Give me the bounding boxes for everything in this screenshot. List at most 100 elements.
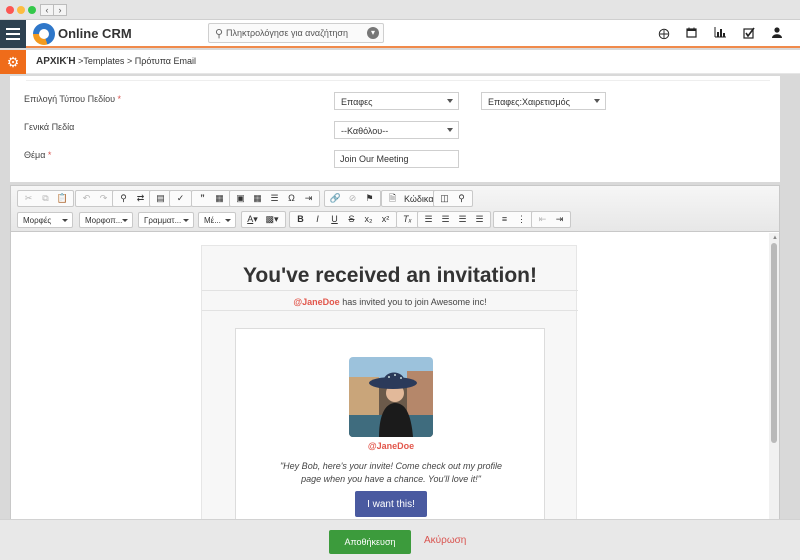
outdent-icon[interactable]: ⇤ bbox=[534, 212, 551, 227]
image-icon[interactable]: ▣ bbox=[232, 191, 249, 206]
subject-input[interactable] bbox=[334, 150, 459, 168]
save-button[interactable]: Αποθήκευση bbox=[329, 530, 411, 554]
table-icon[interactable]: ▦ bbox=[249, 191, 266, 206]
align-left-icon[interactable]: ☰ bbox=[420, 212, 437, 227]
subject-label-text: Θέμα bbox=[24, 150, 46, 160]
font-combo[interactable]: Γραμματ... bbox=[138, 212, 194, 228]
source-icon[interactable]: 🗎 bbox=[384, 191, 401, 206]
italic-icon[interactable]: I bbox=[309, 212, 326, 227]
breadcrumb-templates[interactable]: Templates bbox=[83, 56, 124, 66]
field-type-field-select[interactable]: Επαφες:Χαιρετισμός bbox=[481, 92, 606, 110]
select-all-icon[interactable]: ▤ bbox=[152, 191, 169, 206]
unlink-icon[interactable]: ⊘ bbox=[344, 191, 361, 206]
user-icon[interactable] bbox=[770, 27, 784, 41]
plus-circle-icon[interactable]: ⨁ bbox=[657, 27, 671, 40]
logo-icon bbox=[33, 23, 55, 45]
minimize-window-dot[interactable] bbox=[17, 6, 25, 14]
link-icon[interactable]: 🔗 bbox=[327, 191, 344, 206]
bold-icon[interactable]: B bbox=[292, 212, 309, 227]
templates-icon[interactable]: ◫ bbox=[436, 191, 453, 206]
numbered-list-icon[interactable]: ≡ bbox=[496, 212, 513, 227]
align-justify-icon[interactable]: ☰ bbox=[471, 212, 488, 227]
browser-forward-button[interactable]: › bbox=[53, 4, 67, 16]
scroll-up-icon[interactable]: ▲ bbox=[772, 235, 778, 241]
format-combo[interactable]: Μορφοπ... bbox=[79, 212, 133, 228]
blockquote-icon[interactable]: ” bbox=[194, 191, 211, 206]
div-container-icon[interactable]: ▦ bbox=[211, 191, 228, 206]
hamburger-menu-icon[interactable] bbox=[0, 20, 26, 48]
align-center-icon[interactable]: ☰ bbox=[437, 212, 454, 227]
bullet-list-icon[interactable]: ⋮ bbox=[513, 212, 530, 227]
chart-icon[interactable] bbox=[713, 27, 727, 41]
mention-link[interactable]: @JaneDoe bbox=[293, 297, 339, 307]
maximize-window-dot[interactable] bbox=[28, 6, 36, 14]
size-combo[interactable]: Μέ... bbox=[198, 212, 236, 228]
general-fields-select[interactable]: --Καθόλου-- bbox=[334, 121, 459, 139]
search-box[interactable]: ⚲ ▾ bbox=[208, 23, 384, 43]
page-break-icon[interactable]: ⇥ bbox=[300, 191, 317, 206]
form-footer: Αποθήκευση Ακύρωση bbox=[0, 519, 800, 560]
editor-scrollbar[interactable]: ▲ bbox=[769, 233, 779, 525]
card-username[interactable]: @JaneDoe bbox=[236, 441, 546, 451]
caret-down-icon bbox=[183, 219, 189, 222]
redo-icon[interactable]: ↷ bbox=[95, 191, 112, 206]
required-mark: * bbox=[47, 150, 52, 160]
cancel-link[interactable]: Ακύρωση bbox=[424, 535, 466, 546]
special-char-icon[interactable]: Ω bbox=[283, 191, 300, 206]
scroll-thumb[interactable] bbox=[771, 243, 777, 443]
superscript-icon[interactable]: x² bbox=[377, 212, 394, 227]
list-group: ≡ ⋮ bbox=[493, 211, 533, 228]
field-type-module-value: Επαφες bbox=[341, 97, 373, 107]
preview-icon[interactable]: ⚲ bbox=[453, 191, 470, 206]
field-type-module-select[interactable]: Επαφες bbox=[334, 92, 459, 110]
breadcrumb-home[interactable]: ΑΡΧΙΚΉ bbox=[36, 56, 76, 67]
spellcheck-icon[interactable]: ✓ bbox=[172, 191, 189, 206]
chevron-down-icon[interactable]: ▾ bbox=[367, 27, 379, 39]
editor-content[interactable]: You've received an invitation! @JaneDoe … bbox=[11, 233, 779, 525]
clear-format-icon[interactable]: Tₓ bbox=[399, 212, 416, 227]
browser-back-button[interactable]: ‹ bbox=[40, 4, 54, 16]
underline-icon[interactable]: U bbox=[326, 212, 343, 227]
breadcrumb-email-templates: Πρότυπα Email bbox=[134, 56, 196, 66]
email-subtitle: @JaneDoe has invited you to join Awesome… bbox=[202, 297, 578, 307]
gear-icon[interactable]: ⚙ bbox=[0, 50, 26, 74]
caret-down-icon bbox=[594, 99, 600, 103]
find-group: ⚲ ⇄ bbox=[112, 190, 152, 207]
undo-icon[interactable]: ↶ bbox=[78, 191, 95, 206]
format-combo-label: Μορφοπ... bbox=[85, 216, 123, 225]
general-fields-label: Γενικά Πεδία bbox=[24, 122, 75, 132]
caret-down-icon bbox=[225, 219, 231, 222]
undo-group: ↶ ↷ bbox=[75, 190, 115, 207]
strikethrough-icon[interactable]: S bbox=[343, 212, 360, 227]
invite-quote: "Hey Bob, here's your invite! Come check… bbox=[279, 461, 502, 484]
styles-combo[interactable]: Μορφές bbox=[17, 212, 73, 228]
text-color-icon[interactable]: A▾ bbox=[244, 212, 261, 227]
close-window-dot[interactable] bbox=[6, 6, 14, 14]
indent-icon[interactable]: ⇥ bbox=[551, 212, 568, 227]
cut-icon[interactable]: ✂ bbox=[20, 191, 37, 206]
align-right-icon[interactable]: ☰ bbox=[454, 212, 471, 227]
template-form: Επιλογή Τύπου Πεδίου * Επαφες Επαφες:Χαι… bbox=[10, 76, 780, 182]
search-icon: ⚲ bbox=[215, 28, 224, 40]
background-color-icon[interactable]: ▩▾ bbox=[261, 212, 283, 227]
email-subtitle-text: has invited you to join Awesome inc! bbox=[339, 297, 487, 307]
field-type-field-value: Επαφες:Χαιρετισμός bbox=[488, 97, 570, 107]
replace-icon[interactable]: ⇄ bbox=[132, 191, 149, 206]
anchor-flag-icon[interactable]: ⚑ bbox=[361, 191, 378, 206]
avatar bbox=[349, 357, 433, 437]
copy-icon[interactable]: ⧉ bbox=[37, 191, 54, 206]
search-input[interactable] bbox=[226, 26, 366, 40]
subscript-icon[interactable]: x₂ bbox=[360, 212, 377, 227]
align-group: ☰ ☰ ☰ ☰ bbox=[417, 211, 491, 228]
subject-label: Θέμα * bbox=[24, 150, 51, 160]
calendar-icon[interactable] bbox=[684, 27, 698, 41]
find-icon[interactable]: ⚲ bbox=[115, 191, 132, 206]
divider bbox=[26, 80, 770, 81]
horizontal-line-icon[interactable]: ☰ bbox=[266, 191, 283, 206]
paste-icon[interactable]: 📋 bbox=[54, 191, 71, 206]
indent-group: ⇤ ⇥ bbox=[531, 211, 571, 228]
checkbox-icon[interactable] bbox=[742, 27, 756, 42]
rich-text-editor: ✂ ⧉ 📋 ↶ ↷ ⚲ ⇄ ▤ ✓ ” ▦ ▣ ▦ ☰ Ω ⇥ � bbox=[10, 185, 780, 525]
accept-invite-button[interactable]: I want this! bbox=[355, 491, 427, 517]
required-mark: * bbox=[117, 94, 122, 104]
